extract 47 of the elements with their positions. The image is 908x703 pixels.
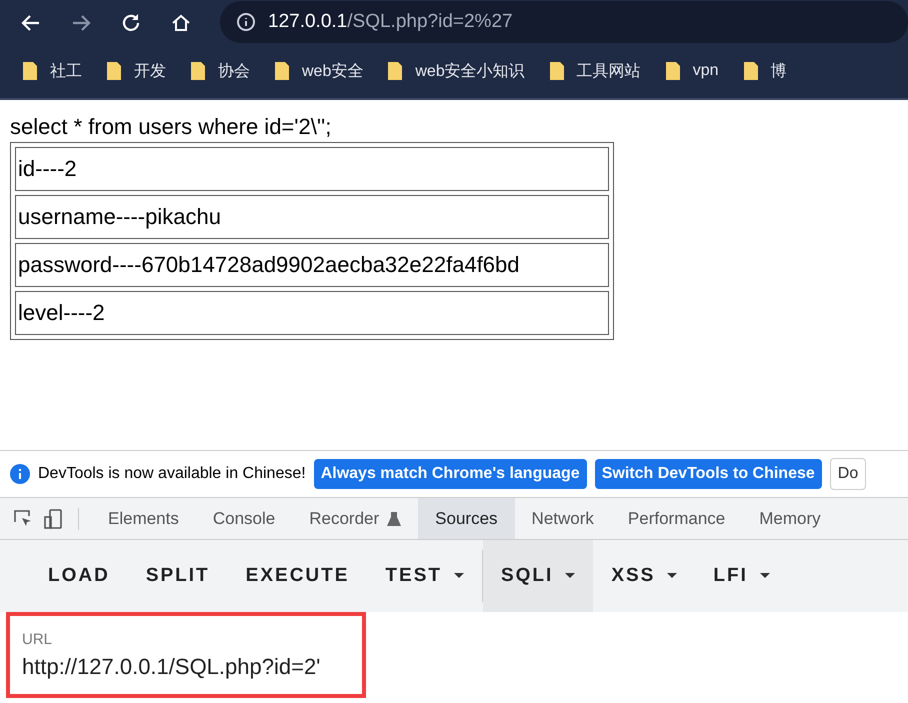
table-cell: id----2 (15, 147, 609, 191)
bookmark[interactable]: vpn (664, 61, 719, 81)
bookmark[interactable]: 博 (742, 60, 787, 82)
folder-icon (548, 61, 565, 81)
hackbar-button[interactable]: SPLIT (128, 540, 228, 612)
address-bar[interactable]: 127.0.0.1/SQL.php?id=2%27 (220, 1, 908, 43)
folder-icon (106, 61, 122, 81)
info-icon (236, 12, 256, 32)
info-button[interactable]: Switch DevTools to Chinese (594, 459, 822, 489)
devtools-tab[interactable]: Sources (418, 498, 515, 539)
bookmark[interactable]: 协会 (190, 60, 250, 82)
info-button[interactable]: Always match Chrome's language (314, 459, 587, 489)
bookmark[interactable]: 开发 (106, 60, 166, 82)
info-button[interactable]: Do (830, 458, 866, 490)
folder-icon (387, 61, 404, 81)
folder-icon (22, 61, 38, 81)
table-cell: password----670b14728ad9902aecba32e22fa4f6bd (15, 243, 609, 287)
hackbar-button[interactable]: LFI (695, 540, 788, 612)
table-cell: username----pikachu (15, 195, 609, 239)
hackbar-button[interactable]: LOAD (30, 540, 128, 612)
bookmark[interactable]: 社工 (22, 60, 82, 82)
home-icon[interactable] (170, 12, 192, 34)
table-cell: level----2 (15, 291, 609, 335)
hackbar-button[interactable]: XSS (593, 540, 696, 612)
bookmark[interactable]: web安全小知识 (387, 60, 525, 82)
folder-icon (742, 61, 759, 81)
devtools-tab[interactable]: Recorder (292, 498, 418, 539)
devtools-tab[interactable]: Performance (610, 498, 742, 539)
folder-icon (664, 61, 681, 81)
bookmark[interactable]: web安全 (274, 60, 364, 82)
reload-icon[interactable] (120, 12, 142, 34)
devtools-tab[interactable]: Console (196, 498, 292, 539)
info-message: DevTools is now available in Chinese! (38, 465, 306, 483)
field-label: URL (22, 630, 54, 648)
devtools-tab[interactable]: Network (514, 498, 611, 539)
folder-icon (274, 61, 290, 81)
url-field[interactable]: URL http://127.0.0.1/SQL.php?id=2' (6, 612, 366, 698)
hackbar-button[interactable]: EXECUTE (228, 540, 368, 612)
devtools-tab[interactable]: Elements (91, 498, 196, 539)
hackbar-button[interactable]: TEST (367, 540, 482, 612)
device-icon[interactable] (42, 508, 64, 530)
sql-query: select * from users where id='2\''; (10, 114, 332, 140)
devtools-tab[interactable]: Memory (742, 498, 838, 539)
folder-icon (190, 61, 206, 81)
hackbar-button[interactable]: SQLI (482, 540, 594, 612)
info-icon (10, 464, 30, 484)
bookmark[interactable]: 工具网站 (548, 60, 641, 82)
